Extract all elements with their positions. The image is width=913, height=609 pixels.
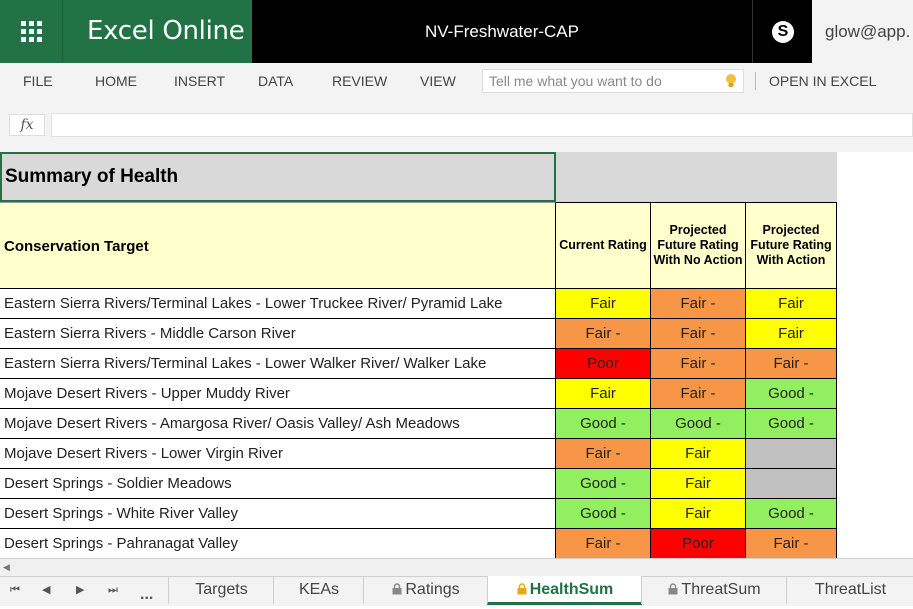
last-sheet-icon[interactable]: ⏭ bbox=[108, 576, 118, 605]
sheet-tab-ratings[interactable]: Ratings bbox=[363, 576, 488, 604]
rating-cell-current[interactable]: Good - bbox=[556, 499, 651, 529]
target-name-cell[interactable]: Desert Springs - Pahranagat Valley bbox=[0, 529, 556, 559]
target-name-cell[interactable]: Mojave Desert Rivers - Lower Virgin Rive… bbox=[0, 439, 556, 469]
formula-input[interactable] bbox=[51, 113, 913, 137]
open-in-excel-button[interactable]: OPEN IN EXCEL bbox=[769, 63, 876, 100]
target-name-cell[interactable]: Mojave Desert Rivers - Upper Muddy River bbox=[0, 379, 556, 409]
horizontal-scrollbar[interactable] bbox=[0, 558, 913, 577]
rating-cell-no-action[interactable]: Fair bbox=[651, 469, 746, 499]
lock-icon bbox=[392, 583, 402, 595]
menu-insert[interactable]: INSERT bbox=[174, 63, 225, 100]
rating-cell-no-action[interactable]: Fair bbox=[651, 439, 746, 469]
target-name-cell[interactable]: Desert Springs - White River Valley bbox=[0, 499, 556, 529]
rating-cell-with-action[interactable]: Fair - bbox=[746, 529, 837, 559]
app-launcher-button[interactable] bbox=[0, 0, 62, 63]
menu-home[interactable]: HOME bbox=[95, 63, 137, 100]
target-name-cell[interactable]: Eastern Sierra Rivers/Terminal Lakes - L… bbox=[0, 289, 556, 319]
menu-review[interactable]: REVIEW bbox=[332, 63, 387, 100]
rating-cell-current[interactable]: Good - bbox=[556, 469, 651, 499]
rating-cell-current[interactable]: Poor bbox=[556, 349, 651, 379]
rating-cell-with-action[interactable]: Fair bbox=[746, 289, 837, 319]
rating-cell-current[interactable]: Fair - bbox=[556, 529, 651, 559]
fx-icon[interactable]: fx bbox=[9, 114, 45, 136]
user-account[interactable]: glow@app. bbox=[812, 0, 913, 63]
rating-cell-no-action[interactable]: Fair - bbox=[651, 289, 746, 319]
header-conservation-target[interactable]: Conservation Target bbox=[0, 202, 556, 289]
ribbon-separator bbox=[755, 72, 756, 90]
tell-me-placeholder: Tell me what you want to do bbox=[489, 73, 662, 89]
rating-cell-no-action[interactable]: Fair - bbox=[651, 349, 746, 379]
rating-cell-with-action[interactable]: Good - bbox=[746, 499, 837, 529]
sheet-tab-targets[interactable]: Targets bbox=[168, 576, 274, 604]
prev-sheet-icon[interactable]: ◀ bbox=[42, 576, 50, 605]
sheet-tab-label: HealthSum bbox=[529, 581, 614, 598]
rating-cell-current[interactable]: Fair - bbox=[556, 319, 651, 349]
lightbulb-icon bbox=[726, 74, 736, 87]
waffle-icon bbox=[20, 21, 42, 42]
sheet-tab-label: KEAs bbox=[298, 581, 339, 598]
rating-cell-no-action[interactable]: Fair bbox=[651, 499, 746, 529]
document-title[interactable]: NV-Freshwater-CAP bbox=[252, 0, 752, 63]
target-name-cell[interactable]: Mojave Desert Rivers - Amargosa River/ O… bbox=[0, 409, 556, 439]
menu-file[interactable]: FILE bbox=[23, 63, 53, 100]
rating-cell-with-action[interactable] bbox=[746, 439, 837, 469]
rating-cell-with-action[interactable]: Fair bbox=[746, 319, 837, 349]
summary-filler-cell[interactable] bbox=[556, 152, 837, 202]
sheet-tab-label: Targets bbox=[195, 581, 248, 598]
target-name-cell[interactable]: Eastern Sierra Rivers - Middle Carson Ri… bbox=[0, 319, 556, 349]
summary-title-cell[interactable]: Summary of Health bbox=[0, 152, 556, 202]
app-name[interactable]: Excel Online bbox=[62, 0, 252, 63]
rating-cell-no-action[interactable]: Fair - bbox=[651, 379, 746, 409]
skype-icon: S bbox=[772, 20, 794, 43]
lock-icon bbox=[517, 583, 527, 595]
target-name-cell[interactable]: Desert Springs - Soldier Meadows bbox=[0, 469, 556, 499]
menu-data[interactable]: DATA bbox=[258, 63, 293, 100]
menu-view[interactable]: VIEW bbox=[420, 63, 456, 100]
scroll-left-arrow-icon[interactable]: ◀ bbox=[3, 562, 10, 573]
first-sheet-icon[interactable]: ⏮ bbox=[10, 576, 20, 605]
target-name-cell[interactable]: Eastern Sierra Rivers/Terminal Lakes - L… bbox=[0, 349, 556, 379]
sheet-tab-threatlist[interactable]: ThreatList bbox=[786, 576, 913, 604]
sheet-tab-threatsum[interactable]: ThreatSum bbox=[641, 576, 787, 604]
sheet-tab-healthsum[interactable]: HealthSum bbox=[487, 576, 642, 605]
rating-cell-with-action[interactable]: Fair - bbox=[746, 349, 837, 379]
tell-me-search-input[interactable]: Tell me what you want to do bbox=[482, 69, 744, 93]
header-future-no-action[interactable]: Projected Future Rating With No Action bbox=[651, 202, 746, 289]
sheet-tab-keas[interactable]: KEAs bbox=[273, 576, 364, 604]
rating-cell-current[interactable]: Fair bbox=[556, 289, 651, 319]
sheet-tab-label: ThreatSum bbox=[681, 581, 761, 598]
rating-cell-no-action[interactable]: Poor bbox=[651, 529, 746, 559]
rating-cell-with-action[interactable] bbox=[746, 469, 837, 499]
header-future-with-action[interactable]: Projected Future Rating With Action bbox=[746, 202, 837, 289]
rating-cell-no-action[interactable]: Good - bbox=[651, 409, 746, 439]
sheet-tab-label: Ratings bbox=[405, 581, 460, 598]
rating-cell-current[interactable]: Good - bbox=[556, 409, 651, 439]
rating-cell-with-action[interactable]: Good - bbox=[746, 379, 837, 409]
rating-cell-current[interactable]: Fair - bbox=[556, 439, 651, 469]
lock-icon bbox=[668, 583, 678, 595]
rating-cell-no-action[interactable]: Fair - bbox=[651, 319, 746, 349]
rating-cell-current[interactable]: Fair bbox=[556, 379, 651, 409]
skype-button[interactable]: S bbox=[752, 0, 813, 63]
rating-cell-with-action[interactable]: Good - bbox=[746, 409, 837, 439]
sheet-tab-label: ThreatList bbox=[814, 581, 887, 598]
header-current-rating[interactable]: Current Rating bbox=[556, 202, 651, 289]
next-sheet-icon[interactable]: ▶ bbox=[76, 576, 84, 605]
